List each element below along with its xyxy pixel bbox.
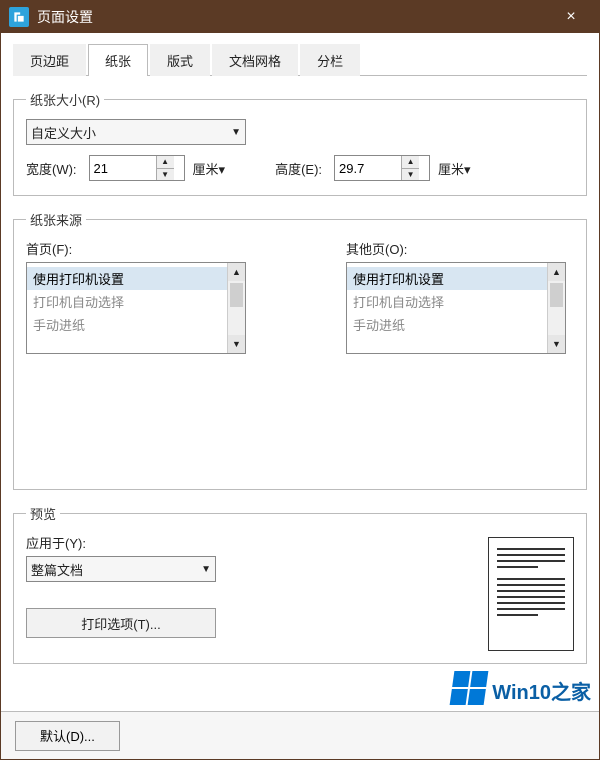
tab-margins[interactable]: 页边距 — [13, 44, 86, 76]
paper-source-legend: 纸张来源 — [26, 210, 86, 229]
spin-up-icon[interactable]: ▲ — [402, 156, 419, 169]
dialog-window: 页面设置 × 页边距 纸张 版式 文档网格 分栏 纸张大小(R) 自定义大小 ▼… — [0, 0, 600, 760]
height-spinner[interactable]: ▲ ▼ — [334, 155, 430, 181]
list-item[interactable]: 手动进纸 — [347, 313, 547, 336]
tab-grid[interactable]: 文档网格 — [212, 44, 298, 76]
preview-group: 预览 应用于(Y): 整篇文档 ▼ 打印选项(T)... — [13, 504, 587, 664]
other-pages-listbox[interactable]: 使用打印机设置 打印机自动选择 手动进纸 ▲ ▼ — [346, 262, 566, 354]
height-unit-dropdown[interactable]: 厘米▾ — [438, 159, 471, 178]
chevron-down-icon: ▼ — [201, 564, 211, 575]
list-item[interactable]: 使用打印机设置 — [27, 267, 227, 290]
width-label: 宽度(W): — [26, 159, 77, 178]
scroll-thumb[interactable] — [230, 283, 243, 307]
scroll-up-icon[interactable]: ▲ — [228, 263, 245, 281]
width-input[interactable] — [90, 156, 156, 180]
app-logo-icon — [9, 7, 29, 27]
width-unit-dropdown[interactable]: 厘米▾ — [193, 159, 226, 178]
paper-size-group: 纸张大小(R) 自定义大小 ▼ 宽度(W): ▲ ▼ 厘米▾ — [13, 90, 587, 196]
scrollbar[interactable]: ▲ ▼ — [547, 263, 565, 353]
apply-to-value: 整篇文档 — [31, 560, 83, 579]
height-label: 高度(E): — [275, 159, 322, 178]
paper-source-group: 纸张来源 首页(F): 使用打印机设置 打印机自动选择 手动进纸 ▲ — [13, 210, 587, 490]
scroll-up-icon[interactable]: ▲ — [548, 263, 565, 281]
height-input[interactable] — [335, 156, 401, 180]
width-spinner[interactable]: ▲ ▼ — [89, 155, 185, 181]
spin-down-icon[interactable]: ▼ — [402, 169, 419, 181]
windows-logo-icon — [450, 671, 489, 705]
window-title: 页面设置 — [37, 7, 551, 27]
tab-paper[interactable]: 纸张 — [88, 44, 148, 76]
list-item[interactable]: 打印机自动选择 — [347, 290, 547, 313]
dialog-footer: 默认(D)... — [1, 711, 599, 759]
scroll-down-icon[interactable]: ▼ — [548, 335, 565, 353]
chevron-down-icon: ▼ — [231, 127, 241, 138]
tab-layout[interactable]: 版式 — [150, 44, 210, 76]
watermark-brand: Win10 — [492, 682, 551, 704]
scroll-thumb[interactable] — [550, 283, 563, 307]
spin-up-icon[interactable]: ▲ — [157, 156, 174, 169]
watermark-suffix: 之家 — [551, 682, 591, 704]
paper-size-value: 自定义大小 — [31, 123, 96, 142]
paper-size-combo[interactable]: 自定义大小 ▼ — [26, 119, 246, 145]
default-button[interactable]: 默认(D)... — [15, 721, 120, 751]
page-preview-thumbnail — [488, 537, 574, 651]
scroll-down-icon[interactable]: ▼ — [228, 335, 245, 353]
close-button[interactable]: × — [551, 1, 591, 33]
spin-down-icon[interactable]: ▼ — [157, 169, 174, 181]
paper-size-legend: 纸张大小(R) — [26, 90, 104, 109]
tab-strip: 页边距 纸张 版式 文档网格 分栏 — [13, 43, 587, 76]
titlebar: 页面设置 × — [1, 1, 599, 33]
scrollbar[interactable]: ▲ ▼ — [227, 263, 245, 353]
apply-to-combo[interactable]: 整篇文档 ▼ — [26, 556, 216, 582]
list-item[interactable]: 手动进纸 — [27, 313, 227, 336]
tab-columns[interactable]: 分栏 — [300, 44, 360, 76]
first-page-label: 首页(F): — [26, 239, 246, 258]
other-pages-label: 其他页(O): — [346, 239, 566, 258]
watermark: Win10之家 www.win10xitong.com — [452, 671, 591, 705]
list-item[interactable]: 打印机自动选择 — [27, 290, 227, 313]
list-item[interactable]: 使用打印机设置 — [347, 267, 547, 290]
print-options-button[interactable]: 打印选项(T)... — [26, 608, 216, 638]
first-page-listbox[interactable]: 使用打印机设置 打印机自动选择 手动进纸 ▲ ▼ — [26, 262, 246, 354]
preview-legend: 预览 — [26, 504, 60, 523]
